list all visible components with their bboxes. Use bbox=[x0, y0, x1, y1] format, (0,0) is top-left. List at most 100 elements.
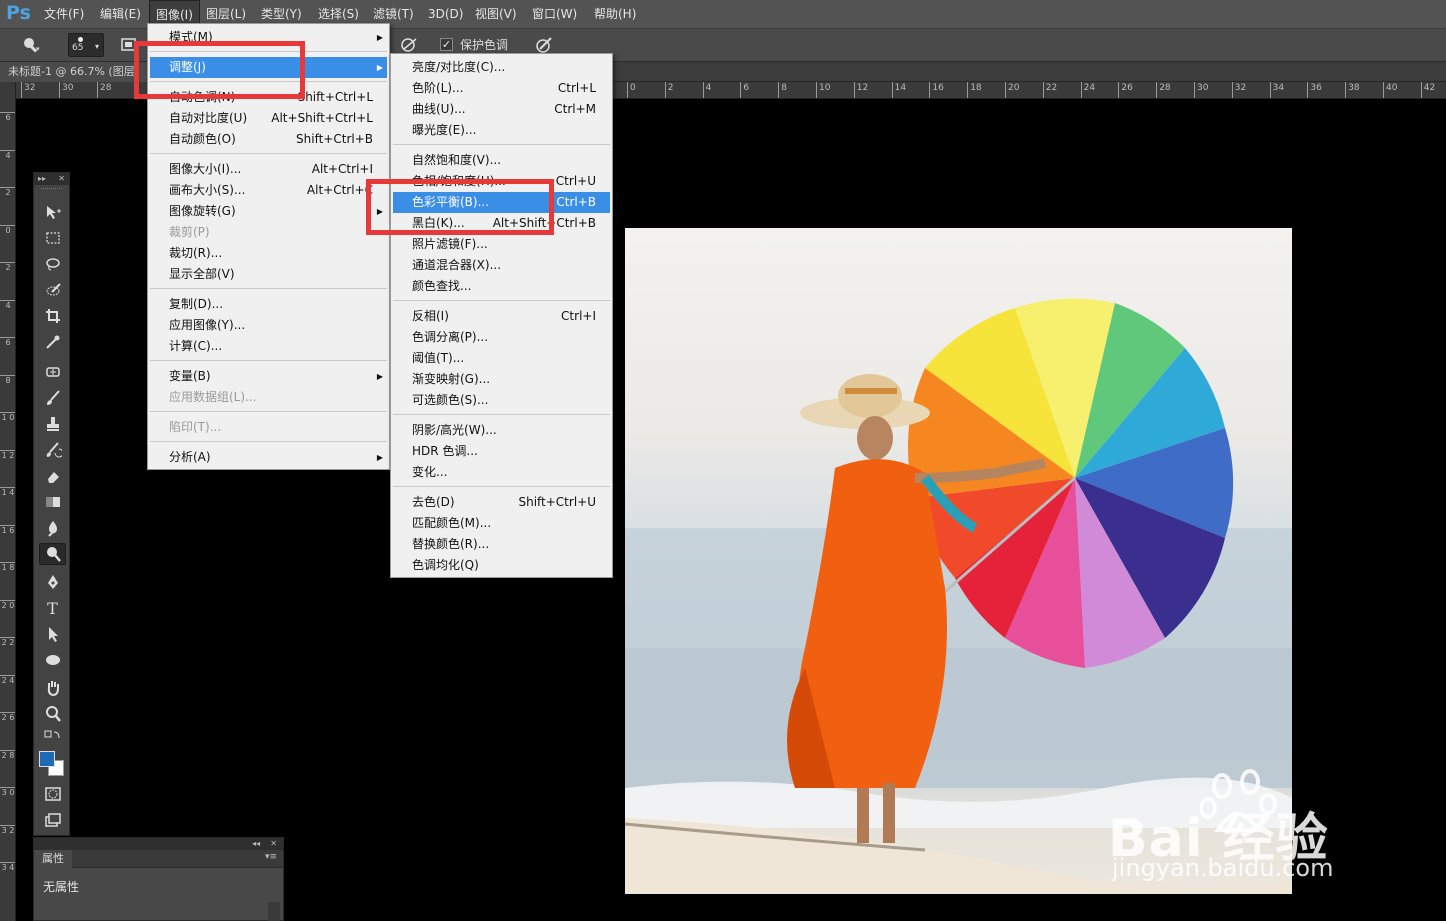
menu-item[interactable]: 应用图像(Y)... bbox=[150, 315, 387, 336]
type-tool[interactable]: T bbox=[39, 597, 66, 619]
ruler-tick-label: 1 2 bbox=[0, 449, 15, 460]
menu-item[interactable]: 去色(D) Shift+Ctrl+U bbox=[393, 492, 610, 513]
hand-tool[interactable] bbox=[39, 677, 66, 699]
crop-tool[interactable] bbox=[39, 305, 66, 327]
menu-item-label: 自动色调(N) bbox=[169, 90, 236, 104]
menu-item[interactable]: 色调分离(P)... bbox=[393, 327, 610, 348]
menu-item[interactable]: HDR 色调... bbox=[393, 441, 610, 462]
document-tab[interactable]: 未标题-1 @ 66.7% (图层 bbox=[0, 62, 150, 82]
menu-item-label: 通道混合器(X)... bbox=[412, 258, 502, 272]
menubar-item[interactable]: 视图(V) bbox=[469, 0, 523, 28]
menu-item[interactable]: 色调均化(Q) bbox=[393, 555, 610, 576]
menu-item[interactable]: 曲线(U)... Ctrl+M bbox=[393, 99, 610, 120]
menu-item[interactable]: 亮度/对比度(C)... bbox=[393, 57, 610, 78]
submenu-arrow-icon: ▶ bbox=[376, 453, 383, 462]
clone-stamp-tool[interactable] bbox=[39, 413, 66, 435]
panel-menu-icon[interactable]: ▾≡ bbox=[265, 852, 277, 862]
menu-item-shortcut: Alt+Ctrl+I bbox=[311, 162, 373, 176]
vertical-ruler: 6 4 2 0 2 4 6 8 1 0 1 2 1 4 1 6 1 8 2 0 2 2 2 4 2 6 2 8 3 … bbox=[0, 82, 16, 921]
history-brush-tool[interactable] bbox=[39, 439, 66, 461]
quick-select-tool[interactable] bbox=[39, 279, 66, 301]
protect-tone-checkbox[interactable]: ✓ bbox=[440, 38, 453, 51]
menu-item[interactable]: 黑白(K)... Alt+Shift+Ctrl+B bbox=[393, 213, 610, 234]
menu-item[interactable]: 自动颜色(O) Shift+Ctrl+B bbox=[150, 129, 387, 150]
screen-mode-icon[interactable] bbox=[39, 809, 66, 831]
eraser-tool[interactable] bbox=[39, 465, 66, 487]
menu-item[interactable]: 分析(A) ▶ bbox=[150, 447, 387, 468]
brush-panel-icon[interactable] bbox=[120, 29, 138, 61]
dodge-tool-icon[interactable]: ▾ bbox=[20, 29, 42, 61]
menu-item[interactable]: 图像大小(I)... Alt+Ctrl+I bbox=[150, 159, 387, 180]
healing-brush-tool[interactable] bbox=[39, 361, 66, 383]
move-tool[interactable] bbox=[39, 201, 66, 223]
menu-item[interactable]: 替换颜色(R)... bbox=[393, 534, 610, 555]
menubar-item[interactable]: 文件(F) bbox=[38, 0, 90, 28]
menu-item[interactable]: 自动对比度(U) Alt+Shift+Ctrl+L bbox=[150, 108, 387, 129]
close-icon[interactable]: ✕ bbox=[270, 839, 277, 848]
quick-mask-icon[interactable] bbox=[39, 783, 66, 805]
menu-item[interactable]: 模式(M) ▶ bbox=[150, 27, 387, 48]
menu-item[interactable]: 画布大小(S)... Alt+Ctrl+C bbox=[150, 180, 387, 201]
menubar-item[interactable]: 窗口(W) bbox=[526, 0, 583, 28]
foreground-color-swatch[interactable] bbox=[39, 751, 55, 767]
menu-item[interactable]: 自然饱和度(V)... bbox=[393, 150, 610, 171]
menu-item[interactable]: 色相/饱和度(H)... Ctrl+U bbox=[393, 171, 610, 192]
menu-item[interactable]: 计算(C)... bbox=[150, 336, 387, 357]
menubar-item[interactable]: 3D(D) bbox=[422, 0, 469, 28]
menubar-item[interactable]: 编辑(E) bbox=[94, 0, 147, 28]
tab-properties[interactable]: 属性 bbox=[34, 850, 72, 868]
quick-select-icon bbox=[46, 283, 61, 296]
menu-item[interactable]: 颜色查找... bbox=[393, 276, 610, 297]
ruler-tick-label: 26 bbox=[1118, 82, 1133, 98]
menu-item[interactable]: 自动色调(N) Shift+Ctrl+L bbox=[150, 87, 387, 108]
dodge-tool[interactable] bbox=[39, 543, 66, 565]
lasso-tool[interactable] bbox=[39, 253, 66, 275]
menu-item[interactable]: 色阶(L)... Ctrl+L bbox=[393, 78, 610, 99]
menu-item[interactable]: 变量(B) ▶ bbox=[150, 366, 387, 387]
menu-item-shortcut: Alt+Shift+Ctrl+L bbox=[271, 111, 373, 125]
path-select-tool[interactable] bbox=[39, 623, 66, 645]
toolbox-grip[interactable] bbox=[41, 188, 62, 194]
zoom-tool[interactable] bbox=[39, 703, 66, 725]
properties-scrollbar[interactable] bbox=[268, 902, 280, 921]
submenu-arrow-icon: ▶ bbox=[376, 207, 383, 216]
menu-item[interactable]: 可选颜色(S)... bbox=[393, 390, 610, 411]
properties-panel-header[interactable]: ◂◂ ✕ bbox=[34, 838, 283, 850]
menu-item[interactable]: 反相(I) Ctrl+I bbox=[393, 306, 610, 327]
type-icon: T bbox=[47, 598, 58, 618]
menu-item[interactable]: 照片滤镜(F)... bbox=[393, 234, 610, 255]
toolbox-header[interactable]: ▸▸ ✕ bbox=[34, 173, 69, 185]
marquee-tool[interactable] bbox=[39, 227, 66, 249]
menu-item[interactable]: 复制(D)... bbox=[150, 294, 387, 315]
swap-colors-icon[interactable] bbox=[39, 729, 66, 745]
healing-brush-icon bbox=[45, 367, 60, 377]
menu-separator bbox=[393, 486, 610, 487]
menu-item[interactable]: 匹配颜色(M)... bbox=[393, 513, 610, 534]
menu-item[interactable]: 变化... bbox=[393, 462, 610, 483]
menu-item[interactable]: 色彩平衡(B)... Ctrl+B bbox=[393, 192, 610, 213]
blur-tool[interactable] bbox=[39, 517, 66, 539]
eyedropper-tool[interactable] bbox=[39, 331, 66, 353]
pen-tool[interactable] bbox=[39, 571, 66, 593]
menu-item[interactable]: 调整(J) ▶ bbox=[150, 57, 387, 78]
baidu-watermark: Bai 经验 jingyan.baidu.com bbox=[1108, 768, 1388, 886]
menu-item[interactable]: 阴影/高光(W)... bbox=[393, 420, 610, 441]
ruler-tick-label: 1 4 bbox=[0, 487, 15, 497]
menu-item-shortcut: Ctrl+B bbox=[556, 195, 596, 209]
close-icon[interactable]: ✕ bbox=[58, 173, 65, 185]
menu-item[interactable]: 阈值(T)... bbox=[393, 348, 610, 369]
menu-item[interactable]: 通道混合器(X)... bbox=[393, 255, 610, 276]
gradient-tool[interactable] bbox=[39, 491, 66, 513]
menu-item[interactable]: 裁切(R)... bbox=[150, 243, 387, 264]
expand-icon[interactable]: ▸▸ bbox=[38, 173, 46, 185]
ellipse-tool[interactable] bbox=[39, 649, 66, 671]
brush-tool[interactable] bbox=[39, 387, 66, 409]
collapse-icon[interactable]: ◂◂ bbox=[252, 839, 260, 848]
menubar-item[interactable]: 帮助(H) bbox=[588, 0, 642, 28]
menu-item[interactable]: 渐变映射(G)... bbox=[393, 369, 610, 390]
menu-item[interactable]: 图像旋转(G) ▶ bbox=[150, 201, 387, 222]
menu-item-label: 图像大小(I)... bbox=[169, 162, 242, 176]
brush-preset-picker[interactable]: 65 ▾ bbox=[68, 33, 104, 57]
menu-item[interactable]: 显示全部(V) bbox=[150, 264, 387, 285]
menu-item[interactable]: 曝光度(E)... bbox=[393, 120, 610, 141]
